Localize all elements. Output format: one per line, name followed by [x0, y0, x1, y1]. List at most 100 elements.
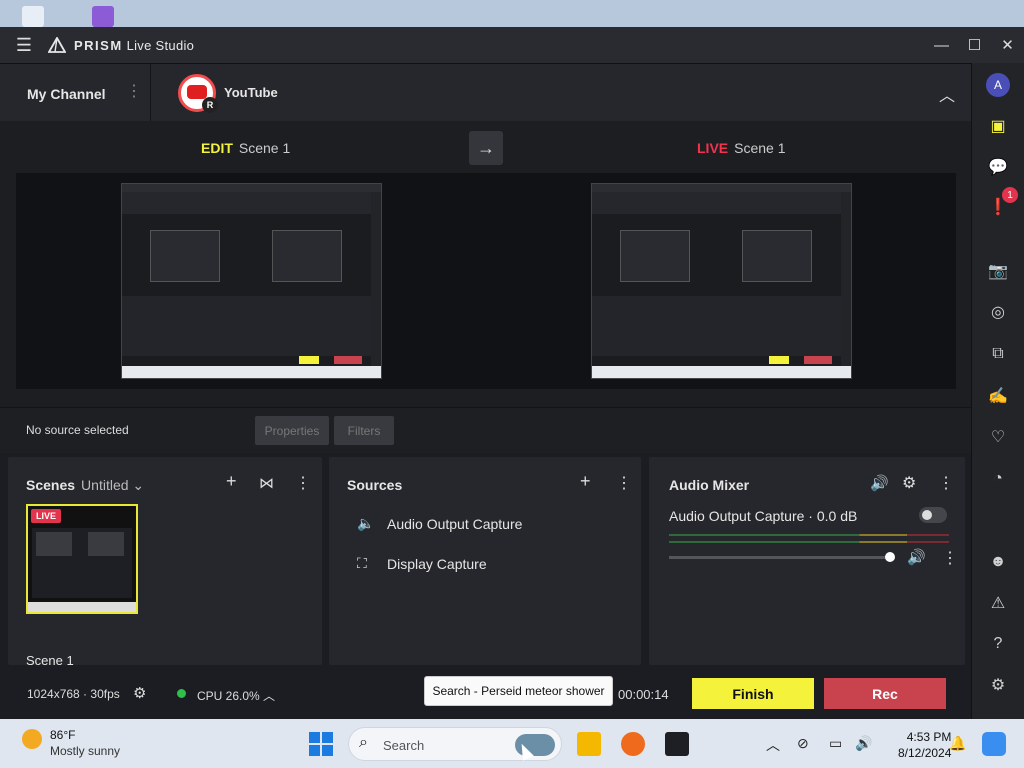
properties-bar: No source selected Properties Filters [0, 407, 971, 453]
weather-description[interactable]: Mostly sunny [50, 744, 120, 758]
search-placeholder: Search [383, 738, 425, 753]
no-source-label: No source selected [26, 423, 129, 437]
right-sidebar: A ▣ 💬 ❗ 1 📷 ◎ ⧉ ✍ ♡ ◔ ☻ ⚠ ? ⚙ [971, 63, 1024, 719]
preview-stage [16, 173, 956, 389]
live-preview-screen [591, 183, 852, 379]
properties-button[interactable]: Properties [255, 416, 329, 445]
layout-icon[interactable]: ▣ [986, 114, 1010, 138]
prism-taskbar-icon[interactable] [665, 732, 689, 756]
edit-scene-label: EDIT Scene 1 [201, 140, 291, 156]
notification-bell-icon[interactable]: 🔔 [949, 735, 966, 752]
channel-divider [150, 64, 151, 122]
youtube-channel-icon[interactable]: R [178, 74, 218, 113]
scene-thumbnail[interactable]: LIVE [26, 504, 138, 614]
mixer-settings-icon[interactable]: ⚙ [902, 473, 916, 493]
channel-more-icon[interactable]: ⋮ [126, 84, 142, 100]
multiview-icon[interactable]: ⧉ [986, 342, 1010, 366]
audio-meter-right [669, 541, 949, 543]
audio-meter-left [669, 534, 949, 536]
scene-name[interactable]: Scene 1 [26, 653, 74, 668]
volume-icon[interactable]: 🔊 [855, 735, 872, 752]
maximize-button[interactable]: ☐ [958, 27, 991, 63]
weather-icon[interactable] [22, 729, 42, 749]
minimize-button[interactable]: — [925, 27, 958, 63]
chat-icon[interactable]: 💬 [986, 155, 1010, 179]
camera-icon[interactable]: 📷 [986, 259, 1010, 283]
search-icon: ⌕ [359, 734, 368, 751]
filters-button[interactable]: Filters [334, 416, 394, 445]
app-title: PRISM Live Studio [74, 37, 195, 53]
scene-collection-dropdown[interactable]: Untitled [81, 477, 128, 493]
display-icon[interactable]: ▭ [829, 735, 842, 752]
scenes-title: Scenes Untitled ⌄ [26, 477, 145, 493]
edit-preview-screen[interactable] [121, 183, 382, 379]
tray-chevron-icon[interactable]: ︿ [766, 735, 780, 755]
studio-preview: EDIT Scene 1 → LIVE Scene 1 [0, 121, 971, 407]
desktop-recycle-bin-icon[interactable] [22, 6, 44, 27]
mixer-more-icon[interactable]: ⋮ [938, 473, 954, 493]
display-capture-icon: ⛶ [357, 555, 367, 571]
channel-bar: My Channel ⋮ R YouTube ︿ [0, 63, 971, 122]
chevron-up-icon[interactable]: ︿ [939, 82, 955, 106]
audio-mixer-dock: Audio Mixer 🔊 ⚙ ⋮ Audio Output Capture ·… [649, 457, 965, 665]
speaker-icon: 🔈 [357, 515, 375, 531]
discord-icon[interactable]: ☻ [986, 550, 1010, 574]
scenes-more-icon[interactable]: ⋮ [295, 473, 311, 493]
audio-mixer-title: Audio Mixer [669, 477, 750, 493]
platform-label: YouTube [224, 85, 278, 100]
live-scene-label: LIVE Scene 1 [697, 140, 786, 156]
sponsor-icon[interactable]: ♡ [986, 425, 1010, 449]
prism-window: ☰ PRISM Live Studio — ☐ ✕ My Channel ⋮ R… [0, 27, 1024, 719]
firefox-icon[interactable] [621, 732, 645, 756]
taskbar-search-tooltip: Search - Perseid meteor shower [424, 676, 613, 706]
help-icon[interactable]: ? [986, 632, 1010, 656]
title-bar: ☰ PRISM Live Studio — ☐ ✕ [0, 27, 1024, 63]
desktop-visual-studio-icon[interactable] [92, 6, 114, 27]
close-button[interactable]: ✕ [991, 27, 1024, 63]
weather-temperature[interactable]: 86°F [50, 728, 75, 742]
alert-icon[interactable]: ❗ 1 [986, 187, 1018, 219]
finish-button[interactable]: Finish [692, 678, 814, 709]
channel-mute-icon[interactable]: 🔊 [907, 548, 926, 566]
mixer-channel-toggle[interactable] [919, 507, 947, 523]
rec-button[interactable]: Rec [824, 678, 946, 709]
add-scene-icon[interactable]: + [226, 471, 237, 492]
transition-arrow-button[interactable]: → [469, 131, 503, 165]
sources-dock: Sources + ⋮ 🔈 Audio Output Capture ⛶ Displ… [329, 457, 641, 665]
network-icon[interactable]: ⊘ [797, 735, 809, 752]
sources-more-icon[interactable]: ⋮ [616, 473, 632, 493]
source-item[interactable]: ⛶ Display Capture [357, 555, 487, 572]
studio-mode-icon[interactable]: ◔ [986, 467, 1010, 491]
channel-more-icon[interactable]: ⋮ [942, 548, 958, 568]
taskbar: 86°F Mostly sunny ⌕ Search ︿ ⊘ ▭ 🔊 4:53 … [0, 719, 1024, 768]
notification-badge: 1 [1002, 187, 1018, 203]
volume-slider-knob[interactable] [885, 552, 895, 562]
sources-title: Sources [347, 477, 403, 493]
source-item[interactable]: 🔈 Audio Output Capture [357, 515, 522, 532]
master-volume-icon[interactable]: 🔊 [870, 474, 889, 492]
settings-icon[interactable]: ⚙ [986, 673, 1010, 697]
file-explorer-icon[interactable] [577, 732, 601, 756]
virtual-background-icon[interactable]: ◎ [986, 300, 1010, 324]
drawing-icon[interactable]: ✍ [986, 384, 1010, 408]
start-button[interactable] [309, 732, 333, 756]
live-badge: LIVE [31, 509, 62, 523]
mixer-channel-label: Audio Output Capture · 0.0 dB [669, 508, 858, 524]
broadcast-timer: 00:00:14 [618, 687, 669, 702]
system-clock[interactable]: 4:53 PM 8/12/2024 [898, 729, 951, 761]
copilot-icon[interactable] [982, 732, 1006, 756]
transition-icon[interactable]: ⋈ [259, 474, 274, 492]
my-channel-label: My Channel [27, 86, 106, 102]
output-settings-icon[interactable]: ⚙ [133, 684, 146, 702]
desktop-background [0, 0, 1024, 27]
channel-badge: R [202, 97, 218, 113]
add-source-icon[interactable]: + [580, 471, 591, 492]
notice-icon[interactable]: ⚠ [986, 591, 1010, 615]
scenes-dock: Scenes Untitled ⌄ + ⋈ ⋮ LIVE Scene 1 [8, 457, 322, 668]
prism-logo-icon [48, 37, 66, 53]
cpu-status-dot [177, 689, 186, 698]
cpu-usage[interactable]: CPU 26.0% ︿ [197, 687, 275, 704]
account-avatar[interactable]: A [986, 73, 1010, 97]
menu-icon[interactable]: ☰ [0, 35, 48, 56]
volume-slider[interactable] [669, 552, 895, 562]
